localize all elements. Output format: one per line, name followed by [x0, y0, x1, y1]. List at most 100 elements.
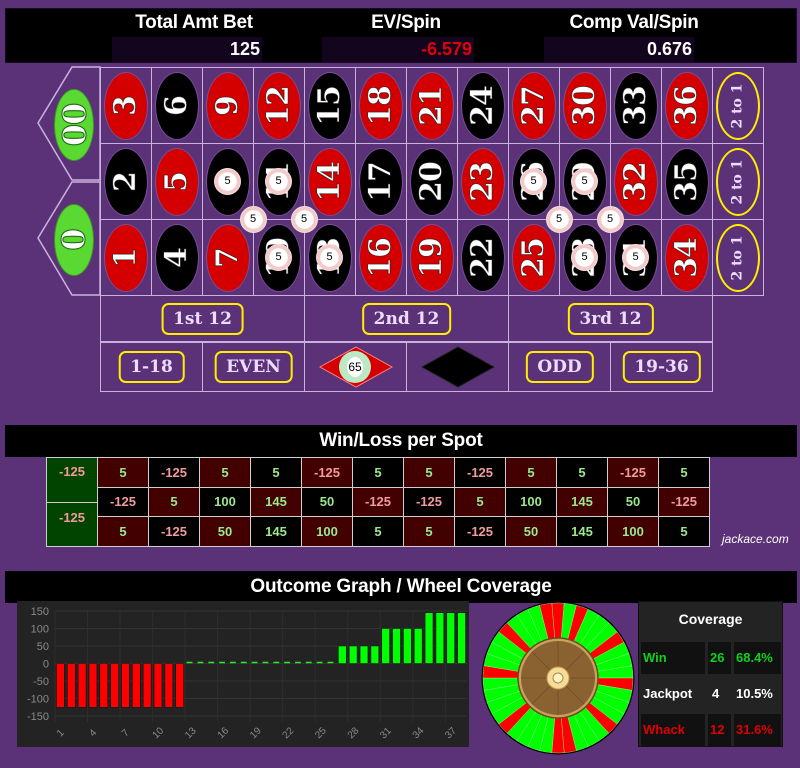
wheel-spindle — [552, 672, 564, 684]
total-amt-bet-label: Total Amt Bet — [135, 12, 253, 33]
dozen-bet-3[interactable]: 3rd 12 — [508, 295, 713, 342]
number-spot-20[interactable]: 20 — [406, 143, 458, 220]
column-bet-label: 2 to 1 — [730, 158, 747, 205]
chip-29[interactable]: 5 — [571, 167, 598, 195]
chip-31[interactable]: 5 — [622, 243, 649, 271]
winloss-title: Win/Loss per Spot — [5, 425, 797, 457]
number-spot-12[interactable]: 12 — [253, 67, 305, 144]
chip-10[interactable]: 5 — [265, 243, 292, 271]
credit-link[interactable]: jackace.com — [722, 532, 789, 546]
roulette-analyzer: Total Amt Bet 125 EV/Spin -6.579 Comp Va… — [0, 0, 800, 768]
number-spot-15[interactable]: 15 — [304, 67, 356, 144]
number-oval: 30 — [563, 71, 607, 140]
winloss-cell: 100 — [505, 486, 557, 517]
column-bet-1[interactable]: 2 to 1 — [712, 67, 764, 144]
chip-11[interactable]: 5 — [265, 167, 292, 195]
number-label: 36 — [669, 85, 705, 126]
winloss-cell: -125 — [352, 486, 404, 517]
number-spot-34[interactable]: 34 — [661, 219, 713, 296]
number-spot-24[interactable]: 24 — [457, 67, 509, 144]
dozen-label: 1st 12 — [161, 302, 244, 335]
chip-13[interactable]: 5 — [316, 243, 343, 271]
high-19-36-bet[interactable]: 19-36 — [610, 342, 713, 392]
number-spot-23[interactable]: 23 — [457, 143, 509, 220]
number-spot-4[interactable]: 4 — [151, 219, 203, 296]
bar-loss — [88, 663, 98, 708]
number-spot-6[interactable]: 6 — [151, 67, 203, 144]
zero-spot-0[interactable]: 0 — [52, 190, 96, 290]
even-bet[interactable]: EVEN — [202, 342, 305, 392]
even-money-label: EVEN — [214, 351, 293, 383]
x-tick-label: 16 — [216, 725, 232, 741]
number-oval: 25 — [512, 223, 556, 292]
winloss-cell: 5 — [403, 516, 455, 547]
number-spot-2[interactable]: 2 — [100, 143, 152, 220]
coverage-label: Win — [641, 642, 705, 674]
number-oval: 33 — [614, 71, 658, 140]
number-spot-3[interactable]: 3 — [100, 67, 152, 144]
chip-26[interactable]: 5 — [520, 167, 547, 195]
number-oval: 2 — [104, 147, 148, 216]
number-oval: 35 — [665, 147, 709, 216]
zero-spot-00[interactable]: 00 — [52, 75, 96, 175]
ev-spin-label: EV/Spin — [371, 12, 441, 33]
number-oval: 1 — [104, 223, 148, 292]
winloss-cell: 145 — [556, 486, 608, 517]
number-label: 16 — [363, 237, 399, 278]
chip-8[interactable]: 5 — [214, 167, 241, 195]
winloss-cell: -125 — [148, 457, 200, 488]
number-spot-30[interactable]: 30 — [559, 67, 611, 144]
chip-10-11-13-14-corner[interactable]: 5 — [290, 205, 318, 233]
chip-28-29-31-32-corner[interactable]: 5 — [596, 205, 624, 233]
winloss-00: -125 — [46, 457, 98, 503]
number-spot-5[interactable]: 5 — [151, 143, 203, 220]
winloss-cell: 5 — [403, 457, 455, 488]
number-spot-21[interactable]: 21 — [406, 67, 458, 144]
low-1-18-bet[interactable]: 1-18 — [100, 342, 203, 392]
winloss-0: -125 — [46, 501, 98, 547]
number-label: 3 — [108, 95, 144, 116]
number-oval: 00 — [54, 89, 94, 161]
number-label: 4 — [159, 247, 195, 268]
even-money-label: ODD — [525, 351, 594, 383]
number-label: 22 — [465, 237, 501, 278]
x-tick-label: 13 — [183, 725, 199, 741]
number-spot-27[interactable]: 27 — [508, 67, 560, 144]
number-spot-1[interactable]: 1 — [100, 219, 152, 296]
number-oval: 27 — [512, 71, 556, 140]
odd-bet[interactable]: ODD — [508, 342, 611, 392]
column-bet-2[interactable]: 2 to 1 — [712, 143, 764, 220]
number-spot-22[interactable]: 22 — [457, 219, 509, 296]
number-spot-17[interactable]: 17 — [355, 143, 407, 220]
number-label: 14 — [312, 161, 348, 202]
y-tick-label: -150 — [27, 711, 49, 723]
number-spot-16[interactable]: 16 — [355, 219, 407, 296]
dozen-bet-2[interactable]: 2nd 12 — [304, 295, 509, 342]
winloss-cell: -125 — [301, 457, 353, 488]
number-spot-19[interactable]: 19 — [406, 219, 458, 296]
number-spot-35[interactable]: 35 — [661, 143, 713, 220]
winloss-cell: 100 — [199, 486, 251, 517]
chip-red[interactable]: 65 — [339, 351, 371, 383]
column-bet-3[interactable]: 2 to 1 — [712, 219, 764, 296]
x-tick-label: 1 — [55, 727, 67, 739]
number-spot-36[interactable]: 36 — [661, 67, 713, 144]
dozen-bet-1[interactable]: 1st 12 — [100, 295, 305, 342]
number-oval: 20 — [410, 147, 454, 216]
bar-win — [435, 612, 445, 664]
chip-25-26-28-29-corner[interactable]: 5 — [545, 205, 573, 233]
bar-win — [457, 612, 466, 664]
chip-7-8-10-11-corner[interactable]: 5 — [239, 205, 267, 233]
bar-loss — [67, 663, 76, 708]
winloss-cell: 5 — [97, 457, 149, 488]
number-spot-33[interactable]: 33 — [610, 67, 662, 144]
chip-28[interactable]: 5 — [571, 243, 598, 271]
winloss-cell: 145 — [250, 486, 302, 517]
number-label: 00 — [55, 103, 94, 147]
number-spot-9[interactable]: 9 — [202, 67, 254, 144]
black-diamond-icon — [420, 346, 495, 388]
bar-win — [381, 628, 390, 664]
number-spot-18[interactable]: 18 — [355, 67, 407, 144]
coverage-row-whack: Whack 12 31.6% — [641, 714, 781, 746]
black-bet[interactable] — [406, 342, 509, 392]
